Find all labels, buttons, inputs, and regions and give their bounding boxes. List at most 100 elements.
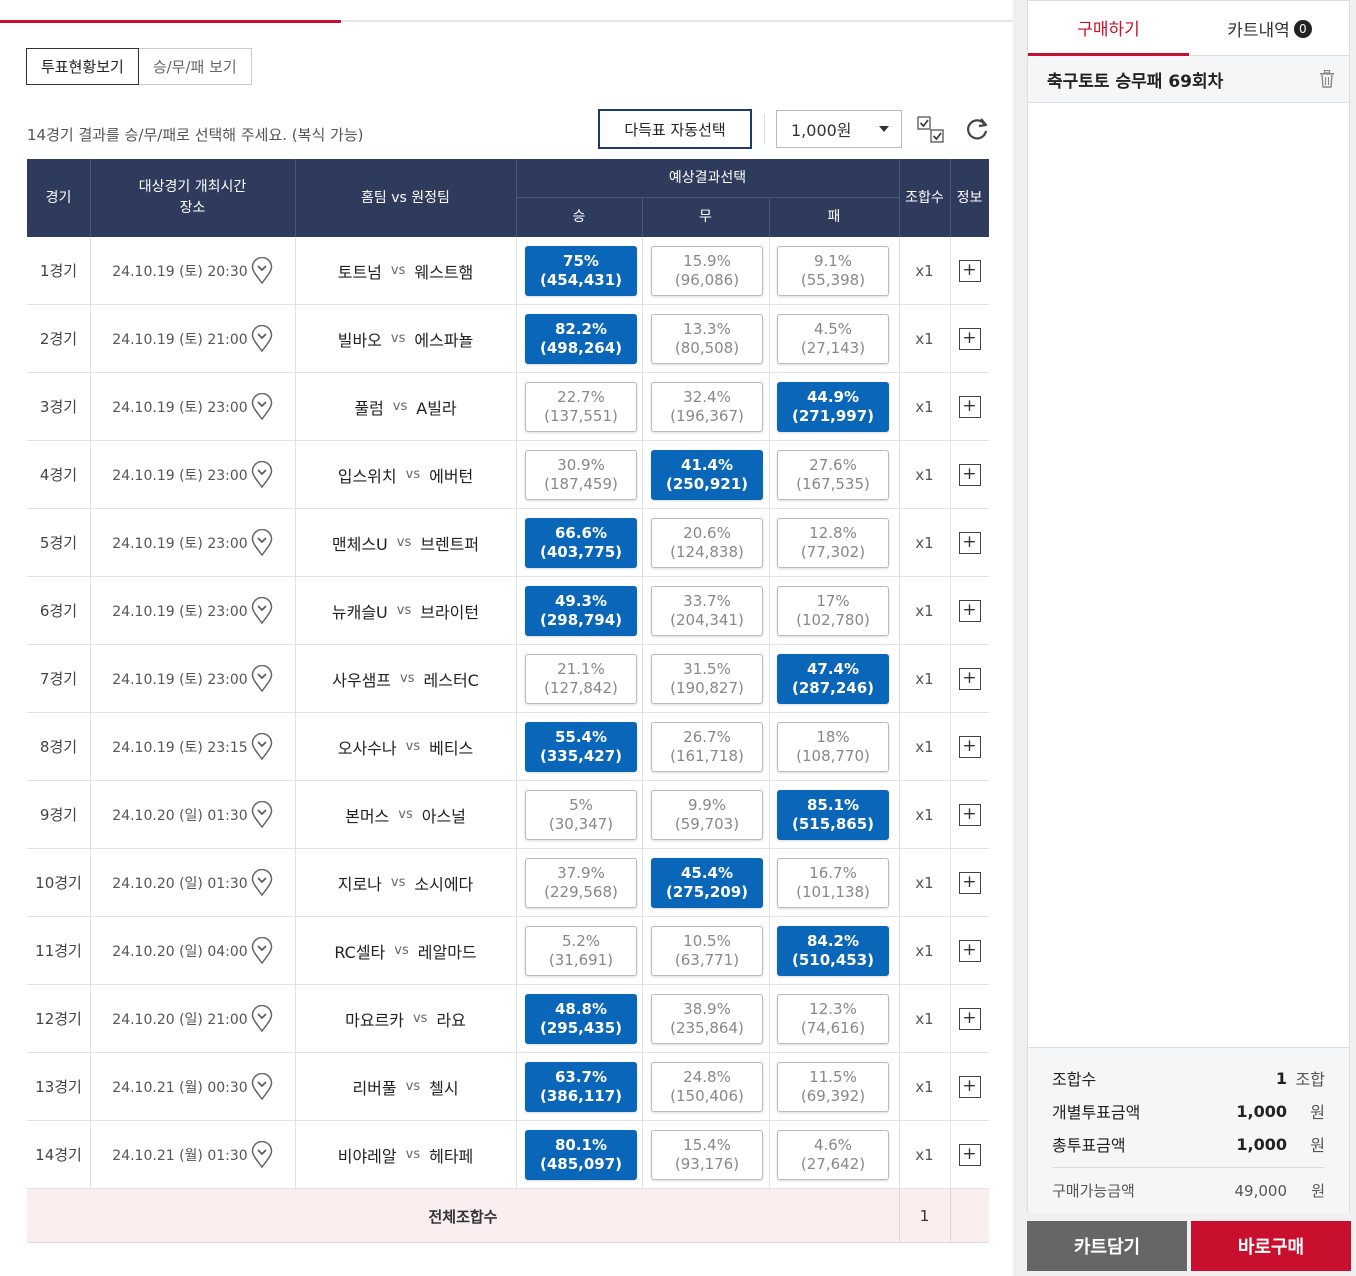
plus-icon[interactable]: + xyxy=(958,259,981,282)
option-win-button[interactable]: 49.3% (298,794) xyxy=(525,586,637,636)
main-panel: 투표현황보기 승/무/패 보기 14경기 결과를 승/무/패로 선택해 주세요.… xyxy=(0,0,1013,1276)
add-to-cart-button[interactable]: 카트담기 xyxy=(1027,1221,1187,1271)
option-lose-button[interactable]: 18% (108,770) xyxy=(777,722,889,772)
option-draw-button[interactable]: 9.9% (59,703) xyxy=(651,790,763,840)
option-win-button[interactable]: 82.2% (498,264) xyxy=(525,314,637,364)
plus-icon[interactable]: + xyxy=(958,803,981,826)
plus-icon[interactable]: + xyxy=(958,939,981,962)
refresh-icon[interactable] xyxy=(964,116,990,142)
option-lose-button[interactable]: 84.2% (510,453) xyxy=(777,926,889,976)
option-draw-percent: 32.4% xyxy=(683,388,731,406)
option-win-button[interactable]: 63.7% (386,117) xyxy=(525,1062,637,1112)
plus-icon[interactable]: + xyxy=(958,1143,981,1166)
plus-icon[interactable]: + xyxy=(958,599,981,622)
option-lose-button[interactable]: 85.1% (515,865) xyxy=(777,790,889,840)
option-win-button[interactable]: 55.4% (335,427) xyxy=(525,722,637,772)
location-pin-icon[interactable] xyxy=(251,528,273,557)
option-draw-button[interactable]: 33.7% (204,341) xyxy=(651,586,763,636)
multi-check-icon[interactable] xyxy=(917,116,945,144)
tab-vote-status[interactable]: 투표현황보기 xyxy=(26,48,139,85)
option-lose-button[interactable]: 27.6% (167,535) xyxy=(777,450,889,500)
plus-icon[interactable]: + xyxy=(958,735,981,758)
option-draw-button[interactable]: 26.7% (161,718) xyxy=(651,722,763,772)
table-row: 1경기 24.10.19 (토) 20:30 토트넘 vs 웨스트햄 75% (… xyxy=(27,237,989,305)
option-win-button[interactable]: 22.7% (137,551) xyxy=(525,382,637,432)
location-pin-icon[interactable] xyxy=(251,392,273,421)
option-win-count: (30,347) xyxy=(548,815,614,833)
option-win-button[interactable]: 37.9% (229,568) xyxy=(525,858,637,908)
away-team: 에스파뇰 xyxy=(414,330,474,350)
game-time-cell: 24.10.20 (일) 01:30 xyxy=(90,781,295,848)
location-pin-icon[interactable] xyxy=(251,1072,273,1101)
option-win-count: (485,097) xyxy=(539,1155,623,1173)
tab-cart[interactable]: 카트내역 0 xyxy=(1189,1,1350,56)
option-lose-button[interactable]: 4.5% (27,143) xyxy=(777,314,889,364)
tab-buy[interactable]: 구매하기 xyxy=(1028,1,1189,56)
option-lose-button[interactable]: 44.9% (271,997) xyxy=(777,382,889,432)
option-draw-button[interactable]: 15.9% (96,086) xyxy=(651,246,763,296)
option-draw-button[interactable]: 10.5% (63,771) xyxy=(651,926,763,976)
vs-label: vs xyxy=(398,807,413,822)
summary-combos-label: 조합수 xyxy=(1052,1070,1097,1089)
option-lose-button[interactable]: 9.1% (55,398) xyxy=(777,246,889,296)
option-lose-button[interactable]: 12.8% (77,302) xyxy=(777,518,889,568)
location-pin-icon[interactable] xyxy=(251,1140,273,1169)
location-pin-icon[interactable] xyxy=(251,868,273,897)
location-pin-icon[interactable] xyxy=(251,256,273,285)
option-win-button[interactable]: 30.9% (187,459) xyxy=(525,450,637,500)
location-pin-icon[interactable] xyxy=(251,800,273,829)
trash-icon[interactable] xyxy=(1319,70,1335,88)
option-win-button[interactable]: 5% (30,347) xyxy=(525,790,637,840)
location-pin-icon[interactable] xyxy=(251,324,273,353)
table-row: 12경기 24.10.20 (일) 21:00 마요르카 vs 라요 48.8%… xyxy=(27,985,989,1053)
summary-combos: 조합수 1 조합 xyxy=(1052,1066,1325,1090)
option-draw-button[interactable]: 13.3% (80,508) xyxy=(651,314,763,364)
plus-icon[interactable]: + xyxy=(958,1007,981,1030)
away-team: 베티스 xyxy=(429,738,474,758)
plus-icon[interactable]: + xyxy=(958,531,981,554)
table-row: 3경기 24.10.19 (토) 23:00 풀럼 vs A빌라 22.7% (… xyxy=(27,373,989,441)
option-lose-button[interactable]: 4.6% (27,642) xyxy=(777,1130,889,1180)
plus-icon[interactable]: + xyxy=(958,463,981,486)
option-lose-button[interactable]: 16.7% (101,138) xyxy=(777,858,889,908)
option-win-button[interactable]: 5.2% (31,691) xyxy=(525,926,637,976)
option-lose-button[interactable]: 11.5% (69,392) xyxy=(777,1062,889,1112)
auto-select-button[interactable]: 다득표 자동선택 xyxy=(598,109,752,149)
plus-icon[interactable]: + xyxy=(958,667,981,690)
option-draw-button[interactable]: 45.4% (275,209) xyxy=(651,858,763,908)
plus-icon[interactable]: + xyxy=(958,1075,981,1098)
location-pin-icon[interactable] xyxy=(251,596,273,625)
option-win-button[interactable]: 80.1% (485,097) xyxy=(525,1130,637,1180)
option-draw-percent: 31.5% xyxy=(683,660,731,678)
option-lose-percent: 85.1% xyxy=(806,796,860,814)
option-draw-button[interactable]: 38.9% (235,864) xyxy=(651,994,763,1044)
option-win-button[interactable]: 66.6% (403,775) xyxy=(525,518,637,568)
option-lose-button[interactable]: 12.3% (74,616) xyxy=(777,994,889,1044)
option-draw-button[interactable]: 15.4% (93,176) xyxy=(651,1130,763,1180)
buy-now-button[interactable]: 바로구매 xyxy=(1191,1221,1351,1271)
location-pin-icon[interactable] xyxy=(251,936,273,965)
option-draw-button[interactable]: 20.6% (124,838) xyxy=(651,518,763,568)
option-lose-button[interactable]: 47.4% (287,246) xyxy=(777,654,889,704)
option-lose-button[interactable]: 17% (102,780) xyxy=(777,586,889,636)
option-draw-button[interactable]: 41.4% (250,921) xyxy=(651,450,763,500)
tab-win-draw-lose[interactable]: 승/무/패 보기 xyxy=(138,48,252,85)
location-pin-icon[interactable] xyxy=(251,732,273,761)
option-win-button[interactable]: 21.1% (127,842) xyxy=(525,654,637,704)
plus-icon[interactable]: + xyxy=(958,395,981,418)
location-pin-icon[interactable] xyxy=(251,460,273,489)
location-pin-icon[interactable] xyxy=(251,664,273,693)
amount-select[interactable]: 1,000원 xyxy=(776,110,902,148)
option-draw-button[interactable]: 31.5% (190,827) xyxy=(651,654,763,704)
option-win-percent: 55.4% xyxy=(554,728,608,746)
game-time-cell: 24.10.21 (월) 01:30 xyxy=(90,1121,295,1188)
option-draw-button[interactable]: 24.8% (150,406) xyxy=(651,1062,763,1112)
option-draw-button[interactable]: 32.4% (196,367) xyxy=(651,382,763,432)
plus-icon[interactable]: + xyxy=(958,327,981,350)
location-pin-icon[interactable] xyxy=(251,1004,273,1033)
game-number: 3경기 xyxy=(39,398,78,416)
option-win-button[interactable]: 75% (454,431) xyxy=(525,246,637,296)
option-win-button[interactable]: 48.8% (295,435) xyxy=(525,994,637,1044)
plus-icon[interactable]: + xyxy=(958,871,981,894)
table-row: 10경기 24.10.20 (일) 01:30 지로나 vs 소시에다 37.9… xyxy=(27,849,989,917)
